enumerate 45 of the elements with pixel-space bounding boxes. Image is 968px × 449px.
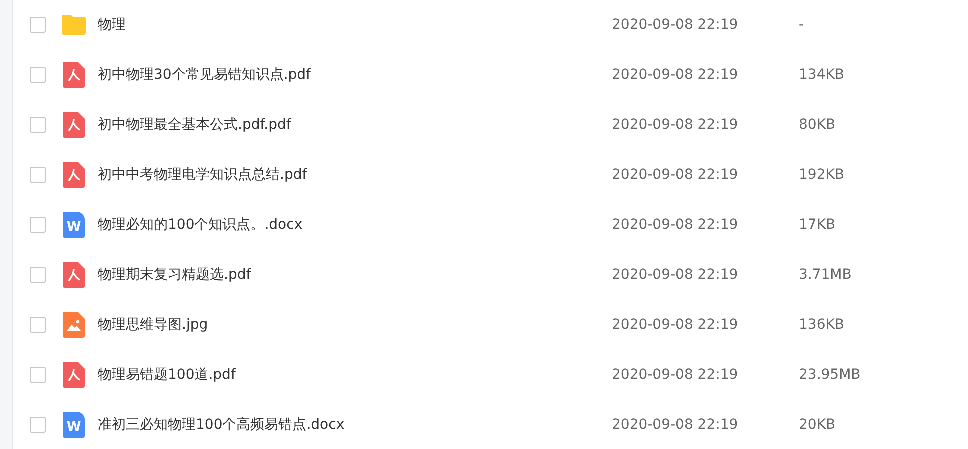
word-file-icon: W (63, 412, 85, 438)
checkbox[interactable] (30, 217, 46, 233)
file-size: 136KB (799, 317, 845, 333)
checkbox[interactable] (30, 417, 46, 433)
checkbox[interactable] (30, 17, 46, 33)
modified-date: 2020-09-08 22:19 (612, 267, 740, 283)
file-name[interactable]: 物理期末复习精题选.pdf (98, 266, 612, 284)
pdf-file-icon (63, 62, 85, 88)
file-name[interactable]: 物理易错题100道.pdf (98, 366, 612, 384)
checkbox[interactable] (30, 367, 46, 383)
pdf-file-icon (63, 362, 85, 388)
word-file-icon: W (63, 212, 85, 238)
checkbox[interactable] (30, 317, 46, 333)
file-size: 20KB (799, 417, 836, 433)
pdf-file-icon (63, 162, 85, 188)
modified-date: 2020-09-08 22:19 (612, 217, 740, 233)
file-size: 3.71MB (799, 267, 852, 283)
modified-date: 2020-09-08 22:19 (612, 367, 740, 383)
modified-date: 2020-09-08 22:19 (612, 117, 740, 133)
modified-date: 2020-09-08 22:19 (612, 317, 740, 333)
modified-date: 2020-09-08 22:19 (612, 417, 740, 433)
file-size: 80KB (799, 117, 836, 133)
file-name[interactable]: 准初三必知物理100个高频易错点.docx (98, 416, 612, 434)
checkbox[interactable] (30, 267, 46, 283)
checkbox[interactable] (30, 117, 46, 133)
file-name[interactable]: 初中物理30个常见易错知识点.pdf (98, 66, 612, 84)
checkbox[interactable] (30, 67, 46, 83)
pdf-file-icon (63, 262, 85, 288)
modified-date: 2020-09-08 22:19 (612, 167, 740, 183)
file-name[interactable]: 物理必知的100个知识点。.docx (98, 216, 612, 234)
file-size: 134KB (799, 67, 845, 83)
image-file-icon (63, 312, 85, 338)
folder-icon (62, 15, 86, 35)
pdf-file-icon (63, 112, 85, 138)
modified-date: 2020-09-08 22:19 (612, 17, 740, 33)
checkbox[interactable] (30, 167, 46, 183)
file-size: - (799, 17, 804, 33)
file-size: 17KB (799, 217, 836, 233)
modified-date: 2020-09-08 22:19 (612, 67, 740, 83)
file-name[interactable]: 初中物理最全基本公式.pdf.pdf (98, 116, 612, 134)
file-name[interactable]: 物理 (98, 16, 612, 34)
file-size: 23.95MB (799, 367, 861, 383)
file-name[interactable]: 物理思维导图.jpg (98, 316, 612, 334)
file-size: 192KB (799, 167, 845, 183)
file-name[interactable]: 初中中考物理电学知识点总结.pdf (98, 166, 612, 184)
